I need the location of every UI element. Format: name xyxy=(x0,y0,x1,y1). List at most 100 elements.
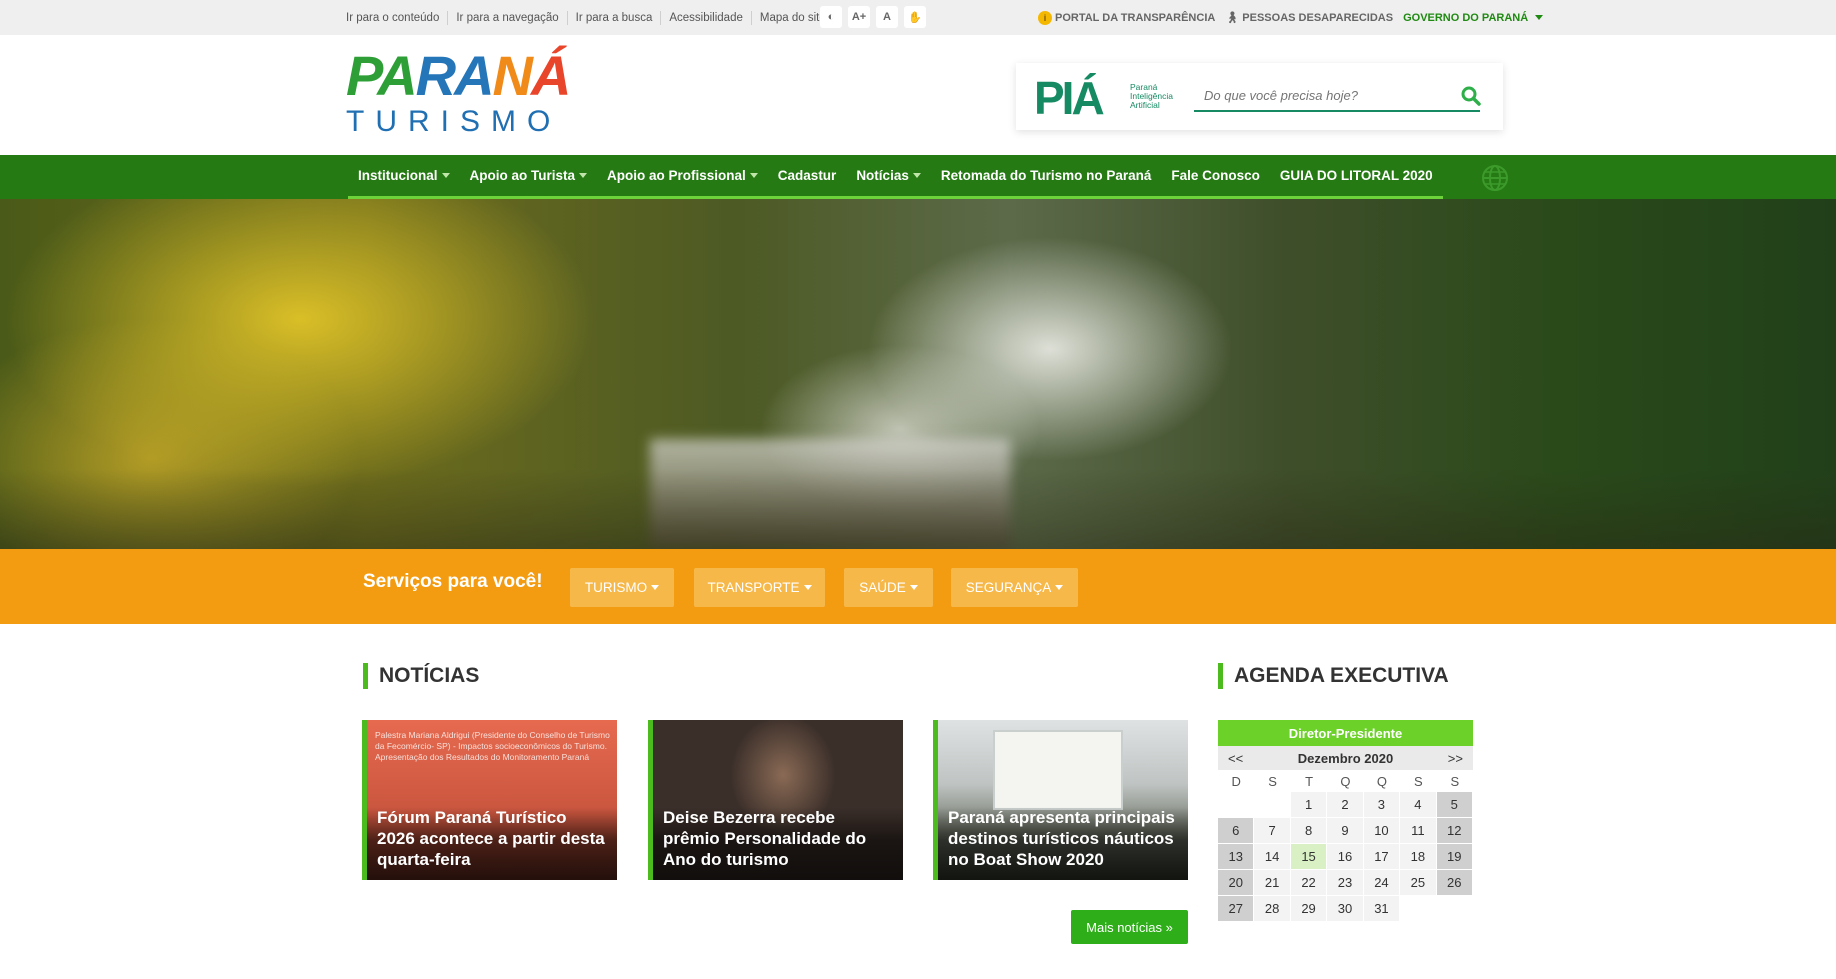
calendar-day[interactable]: 18 xyxy=(1400,844,1437,870)
calendar-day-name: S xyxy=(1414,773,1423,789)
services-title: Serviços para você! xyxy=(363,571,543,592)
news-headline[interactable]: Deise Bezerra recebe prêmio Personalidad… xyxy=(663,807,893,870)
skip-links: Ir para o conteúdo Ir para a navegação I… xyxy=(346,0,834,35)
pia-logo: PIÁ xyxy=(1034,72,1105,124)
calendar-day[interactable]: 31 xyxy=(1363,896,1401,922)
calendar-day[interactable]: 6 xyxy=(1218,818,1255,844)
calendar-day[interactable]: 24 xyxy=(1363,870,1401,896)
nav-item-label: Cadastur xyxy=(777,168,837,183)
calendar-day[interactable]: 17 xyxy=(1363,844,1401,870)
calendar-day[interactable]: 13 xyxy=(1218,844,1255,870)
service-turismo-button[interactable]: TURISMO xyxy=(570,568,674,607)
top-utility-bar: Ir para o conteúdo Ir para a navegação I… xyxy=(0,0,1836,35)
calendar-day-name: Q xyxy=(1376,773,1387,789)
calendar-day[interactable]: 22 xyxy=(1290,870,1328,896)
nav-item-label: Retomada do Turismo no Paraná xyxy=(940,168,1152,183)
contrast-icon[interactable]: ◐ xyxy=(820,6,842,28)
calendar-day[interactable]: 19 xyxy=(1436,844,1473,870)
agenda-section-title: AGENDA EXECUTIVA xyxy=(1218,663,1449,689)
caret-down-icon xyxy=(651,585,660,590)
calendar-day[interactable]: 5 xyxy=(1436,792,1473,818)
nav-item-noticias[interactable]: Notícias xyxy=(846,155,931,199)
calendar-day[interactable]: 1 xyxy=(1290,792,1328,818)
calendar-day[interactable]: 29 xyxy=(1290,896,1328,922)
calendar-prev-button[interactable]: << xyxy=(1228,751,1243,766)
calendar-day[interactable]: 11 xyxy=(1400,818,1437,844)
calendar-day[interactable]: 28 xyxy=(1254,896,1291,922)
sign-language-icon[interactable]: ✋ xyxy=(904,6,926,28)
calendar-day[interactable]: 2 xyxy=(1327,792,1364,818)
calendar-day[interactable]: 14 xyxy=(1254,844,1291,870)
nav-item-cadastur[interactable]: Cadastur xyxy=(767,155,847,199)
more-news-button[interactable]: Mais notícias » xyxy=(1071,910,1188,944)
government-label: GOVERNO DO PARANÁ xyxy=(1403,11,1529,24)
calendar-day[interactable]: 8 xyxy=(1290,818,1328,844)
service-transporte-button[interactable]: TRANSPORTE xyxy=(694,568,825,607)
caret-down-icon xyxy=(1055,585,1064,590)
news-headline[interactable]: Paraná apresenta principais destinos tur… xyxy=(948,807,1178,870)
calendar-day-name: S xyxy=(1268,773,1277,789)
calendar-day[interactable]: 27 xyxy=(1218,896,1255,922)
news-image-tent xyxy=(993,730,1123,810)
calendar-day[interactable]: 25 xyxy=(1400,870,1437,896)
service-button-label: SEGURANÇA xyxy=(965,580,1052,595)
nav-item-apoio-profissional[interactable]: Apoio ao Profissional xyxy=(597,155,768,199)
news-headline[interactable]: Fórum Paraná Turístico 2026 acontece a p… xyxy=(377,807,607,870)
nav-item-label: Institucional xyxy=(358,168,438,183)
nav-item-fale-conosco[interactable]: Fale Conosco xyxy=(1161,155,1270,199)
calendar-day[interactable]: 4 xyxy=(1400,792,1437,818)
logo-turismo-wordmark: TURISMO xyxy=(346,105,562,138)
calendar-day[interactable]: 16 xyxy=(1327,844,1364,870)
calendar-day[interactable]: 23 xyxy=(1327,870,1364,896)
news-card-boat-show[interactable]: Paraná apresenta principais destinos tur… xyxy=(933,720,1188,880)
calendar-next-button[interactable]: >> xyxy=(1448,751,1463,766)
services-band: Serviços para você! TURISMO TRANSPORTE S… xyxy=(0,549,1836,624)
calendar-day[interactable]: 12 xyxy=(1436,818,1473,844)
font-reset-button[interactable]: A xyxy=(876,6,898,28)
nav-item-retomada[interactable]: Retomada do Turismo no Paraná xyxy=(930,155,1162,199)
calendar-day-name: T xyxy=(1305,773,1314,789)
nav-item-label: GUIA DO LITORAL 2020 xyxy=(1279,168,1433,183)
logo-part-1: PA xyxy=(346,44,418,107)
nav-item-apoio-turista[interactable]: Apoio ao Turista xyxy=(459,155,598,199)
calendar-day[interactable]: 9 xyxy=(1327,818,1364,844)
service-saude-button[interactable]: SAÚDE xyxy=(844,568,933,607)
news-card-deise[interactable]: Deise Bezerra recebe prêmio Personalidad… xyxy=(648,720,903,880)
caret-down-icon xyxy=(912,173,921,178)
globe-icon[interactable] xyxy=(1480,163,1510,193)
calendar-day[interactable]: 21 xyxy=(1254,870,1291,896)
skip-to-content-link[interactable]: Ir para o conteúdo xyxy=(346,10,449,25)
government-dropdown[interactable]: GOVERNO DO PARANÁ xyxy=(1403,11,1544,24)
nav-item-institucional[interactable]: Institucional xyxy=(348,155,460,199)
logo-part-4: Á xyxy=(530,44,571,107)
missing-persons-link[interactable]: 🚶︎ PESSOAS DESAPARECIDAS xyxy=(1225,11,1394,25)
service-button-label: TURISMO xyxy=(584,580,648,595)
calendar-day[interactable]: 30 xyxy=(1327,896,1364,922)
transparency-portal-link[interactable]: i PORTAL DA TRANSPARÊNCIA xyxy=(1038,10,1215,25)
nav-item-guia-litoral[interactable]: GUIA DO LITORAL 2020 xyxy=(1269,155,1443,199)
service-seguranca-button[interactable]: SEGURANÇA xyxy=(951,568,1078,607)
calendar-day[interactable]: 7 xyxy=(1254,818,1291,844)
calendar-day[interactable]: 3 xyxy=(1363,792,1401,818)
calendar-day[interactable]: 26 xyxy=(1436,870,1473,896)
calendar-person[interactable]: Diretor-Presidente xyxy=(1218,720,1473,746)
search-icon[interactable] xyxy=(1460,85,1482,107)
news-card-forum[interactable]: Palestra Mariana Aldrigui (Presidente do… xyxy=(362,720,617,880)
calendar-day[interactable]: 10 xyxy=(1363,818,1401,844)
hero-banner-image xyxy=(0,199,1836,549)
accessibility-link[interactable]: Acessibilidade xyxy=(661,10,752,25)
calendar-grid: D S T Q Q S S 1 2 3 4 5 6 7 8 9 10 11 12 13 14 15 16 17 18 19 20 21… xyxy=(1218,770,1473,922)
search-input[interactable] xyxy=(1194,81,1480,112)
calendar-day[interactable]: 15 xyxy=(1290,844,1328,870)
calendar-day-name: S xyxy=(1450,773,1460,789)
parana-turismo-logo[interactable]: PARANÁ TURISMO xyxy=(346,48,596,138)
font-increase-button[interactable]: A+ xyxy=(848,6,870,28)
calendar-day[interactable]: 20 xyxy=(1218,870,1255,896)
skip-to-search-link[interactable]: Ir para a busca xyxy=(568,10,662,25)
skip-to-navigation-link[interactable]: Ir para a navegação xyxy=(448,10,568,25)
missing-persons-label: PESSOAS DESAPARECIDAS xyxy=(1242,11,1394,24)
caret-down-icon xyxy=(749,173,758,178)
main-navigation: Institucional Apoio ao Turista Apoio ao … xyxy=(0,155,1836,199)
coin-icon: i xyxy=(1038,10,1052,25)
calendar-empty-cell xyxy=(1218,792,1255,818)
